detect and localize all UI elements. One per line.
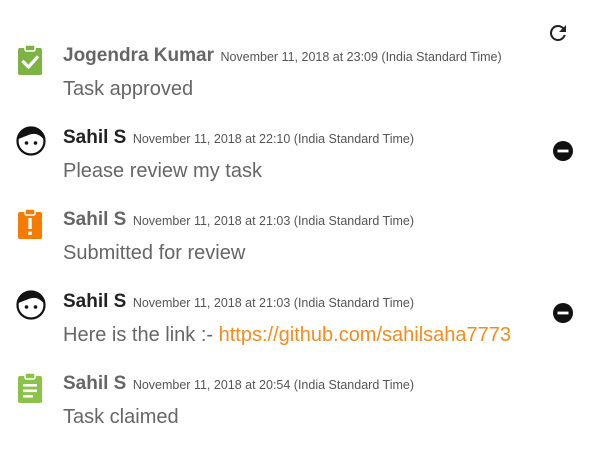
- timestamp: November 11, 2018 at 21:03 (India Standa…: [132, 296, 414, 310]
- timestamp: November 11, 2018 at 21:03 (India Standa…: [132, 214, 414, 228]
- activity-entry: Sahil S November 11, 2018 at 20:54 (Indi…: [0, 372, 601, 454]
- timestamp: November 11, 2018 at 20:54 (India Standa…: [132, 378, 414, 392]
- delete-comment-button[interactable]: [552, 302, 574, 324]
- message-text: Submitted for review: [63, 242, 246, 264]
- user-avatar-icon: [16, 126, 46, 158]
- message-text: Task claimed: [63, 406, 179, 428]
- clipboard-check-icon: [16, 44, 44, 76]
- github-link[interactable]: https://github.com/sahilsaha7773: [219, 324, 511, 346]
- remove-circle-icon: [553, 141, 573, 161]
- author-name: Sahil S: [63, 127, 127, 148]
- message-text: Task approved: [63, 78, 194, 100]
- activity-entry: Jogendra Kumar November 11, 2018 at 23:0…: [0, 44, 601, 126]
- activity-entry: Sahil S November 11, 2018 at 22:10 (Indi…: [0, 126, 601, 208]
- entry-header: Sahil S November 11, 2018 at 21:03 (Indi…: [63, 208, 414, 232]
- author-name: Sahil S: [63, 373, 127, 394]
- message-text: Here is the link :- https://github.com/s…: [63, 322, 511, 348]
- author-name: Sahil S: [63, 291, 127, 312]
- entry-header: Jogendra Kumar November 11, 2018 at 23:0…: [63, 44, 502, 68]
- remove-circle-icon: [553, 303, 573, 323]
- message-text: Please review my task: [63, 160, 262, 182]
- timestamp: November 11, 2018 at 23:09 (India Standa…: [220, 50, 502, 64]
- author-name: Sahil S: [63, 209, 127, 230]
- entry-header: Sahil S November 11, 2018 at 21:03 (Indi…: [63, 290, 414, 314]
- refresh-button[interactable]: [546, 21, 570, 45]
- author-name: Jogendra Kumar: [63, 45, 214, 66]
- activity-entry: Sahil S November 11, 2018 at 21:03 (Indi…: [0, 290, 601, 372]
- entry-header: Sahil S November 11, 2018 at 20:54 (Indi…: [63, 372, 414, 396]
- entry-header: Sahil S November 11, 2018 at 22:10 (Indi…: [63, 126, 414, 150]
- activity-entry: Sahil S November 11, 2018 at 21:03 (Indi…: [0, 208, 601, 290]
- clipboard-text-icon: [16, 372, 44, 404]
- delete-comment-button[interactable]: [552, 140, 574, 162]
- message-prefix: Here is the link :-: [63, 324, 219, 346]
- clipboard-alert-icon: [16, 208, 44, 240]
- refresh-icon: [549, 24, 566, 41]
- timestamp: November 11, 2018 at 22:10 (India Standa…: [132, 132, 414, 146]
- user-avatar-icon: [16, 290, 46, 322]
